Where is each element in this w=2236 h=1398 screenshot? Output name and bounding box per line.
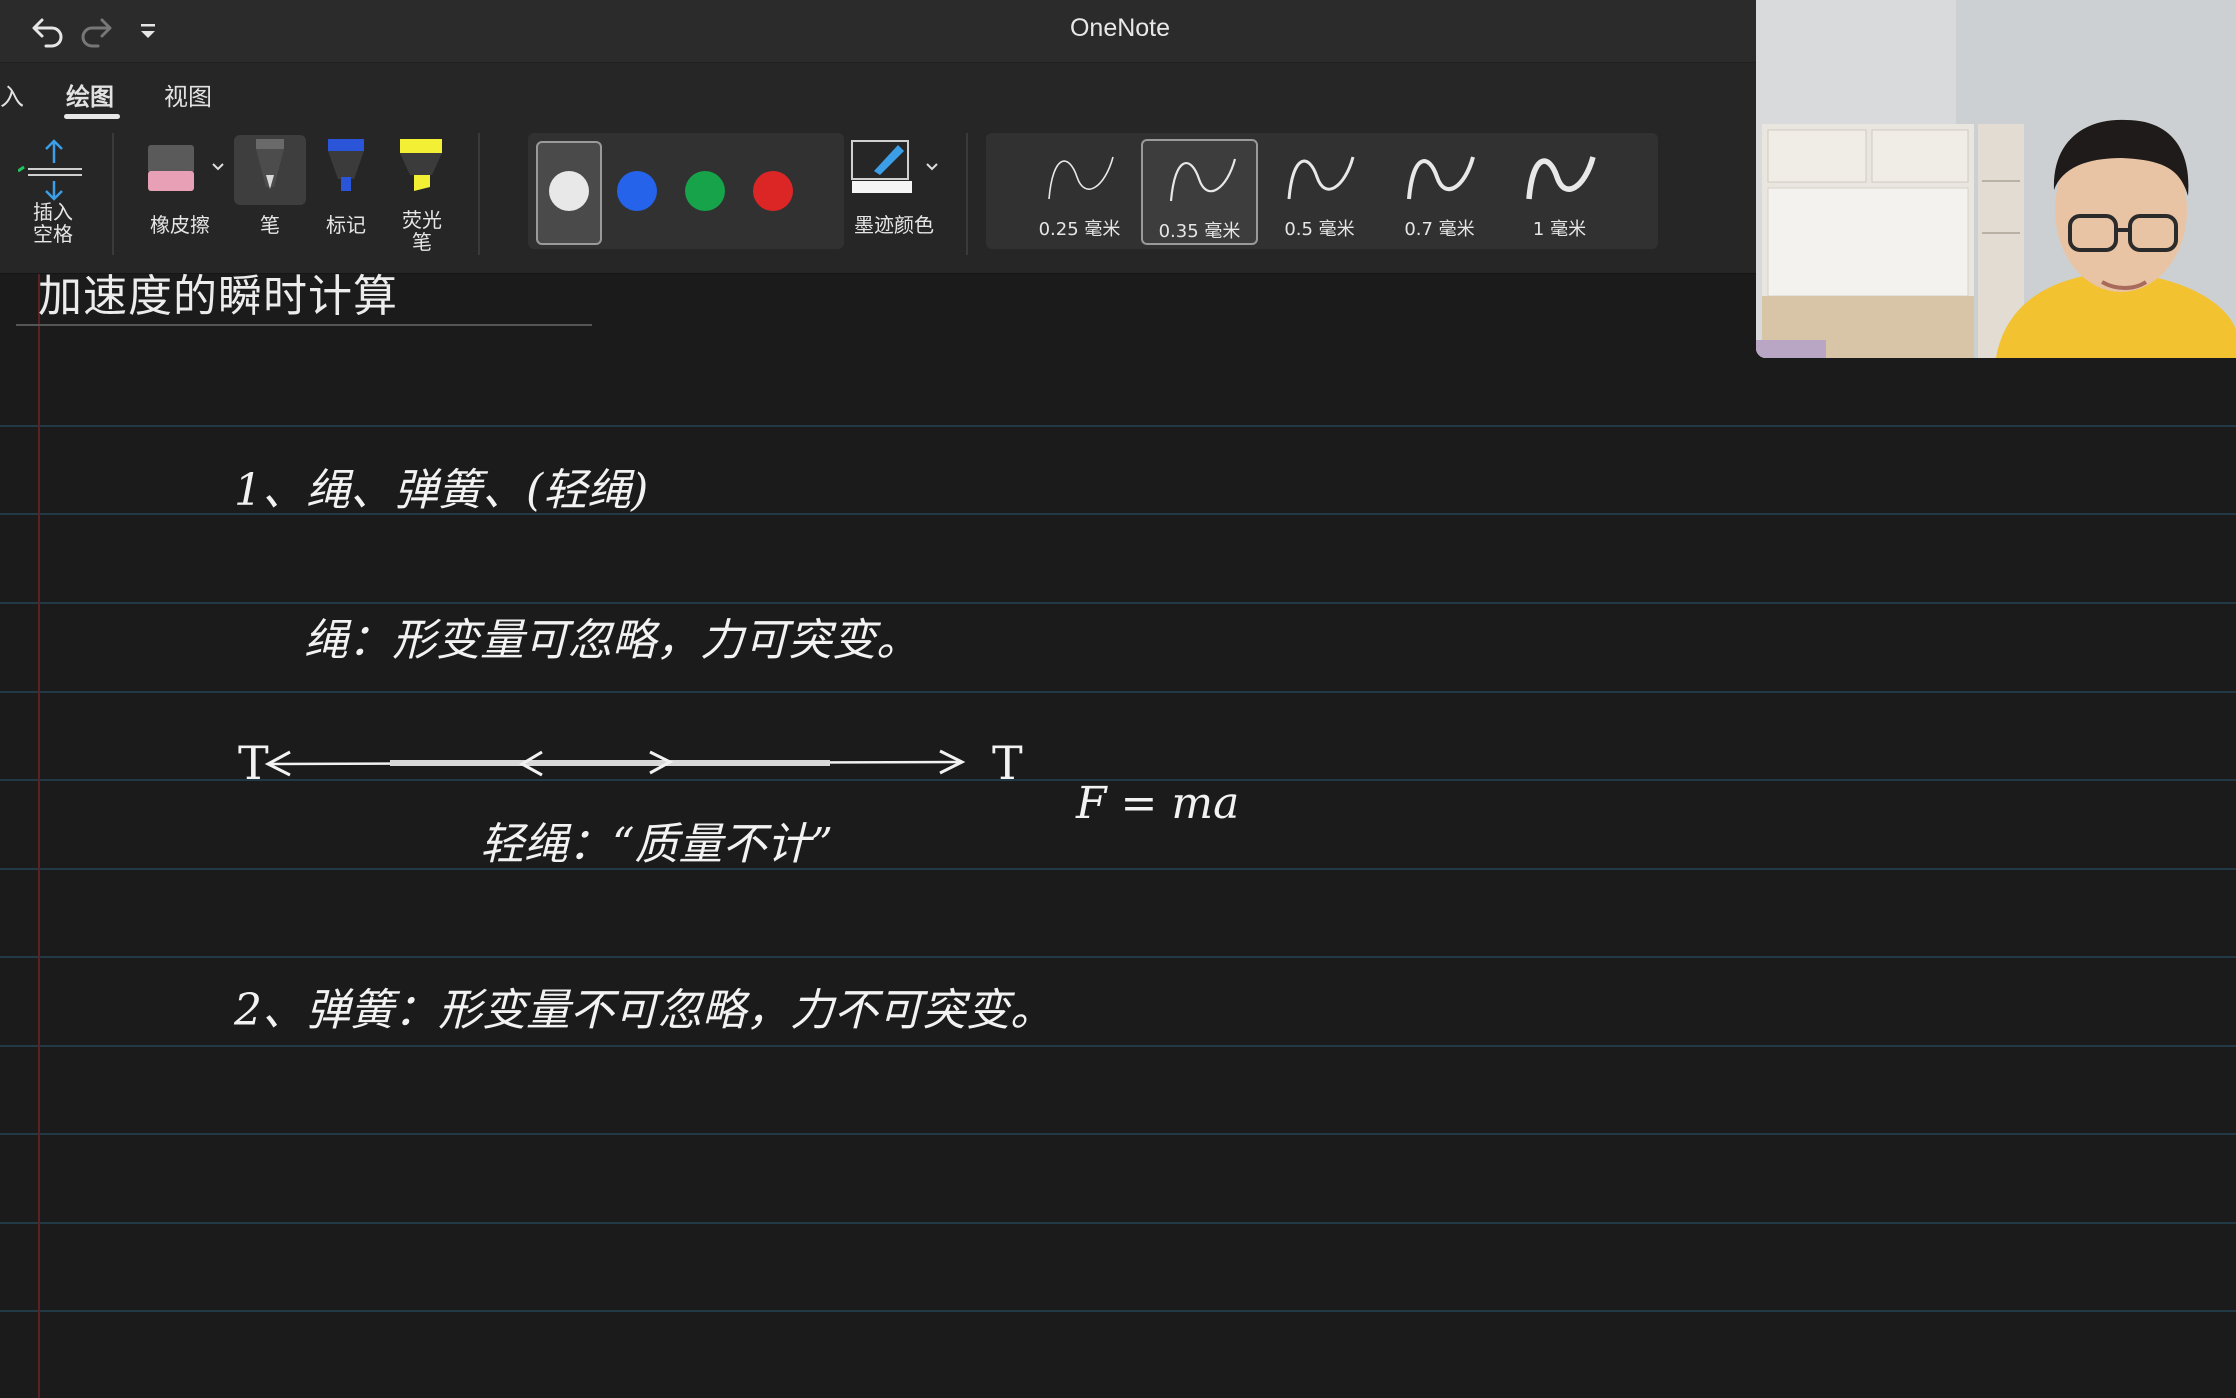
customize-toolbar-icon[interactable] (132, 10, 172, 50)
ribbon: 入 绘图 视图 插入 空格 橡皮擦 笔 标记 荧光 笔 墨迹颜色 0.25 毫米… (0, 63, 1756, 274)
stroke-width-05[interactable]: 0.5 毫米 (1261, 139, 1378, 245)
separator (112, 133, 114, 255)
undo-icon[interactable] (28, 10, 68, 50)
note-line-3[interactable]: 轻绳：“质量不计” (480, 808, 833, 872)
pen-icon (256, 139, 284, 189)
separator (478, 133, 480, 255)
ink-color-icon (851, 140, 912, 193)
stroke-width-label: 1 毫米 (1532, 219, 1587, 240)
stroke-width-label: 0.7 毫米 (1404, 219, 1475, 240)
separator (966, 133, 968, 255)
marker-button[interactable] (310, 135, 382, 205)
insert-space-label: 插入 空格 (33, 200, 73, 246)
highlighter-icon (400, 139, 442, 191)
tension-label-right[interactable]: T (992, 736, 1023, 790)
stroke-width-035[interactable]: 0.35 毫米 (1141, 139, 1258, 245)
note-line-1[interactable]: 1、绳、弹簧、(轻绳) (234, 454, 648, 518)
margin-line (38, 274, 40, 1398)
formula[interactable]: F = ma (1076, 778, 1239, 829)
page-title[interactable]: 加速度的瞬时计算 (38, 260, 398, 324)
ink-color-chevron-icon[interactable] (924, 159, 940, 175)
highlighter-button[interactable] (386, 135, 458, 205)
ink-color-label: 墨迹颜色 (854, 213, 934, 237)
rule-line (0, 1133, 2236, 1135)
color-swatch-green[interactable] (685, 171, 725, 211)
ink-color-button[interactable] (848, 135, 928, 205)
rule-line (0, 691, 2236, 693)
color-swatch-red[interactable] (753, 171, 793, 211)
pen-label: 笔 (260, 213, 280, 237)
active-tab-indicator (64, 114, 120, 119)
rope-tension-diagram[interactable] (260, 742, 972, 786)
eraser-text: 橡皮擦 (150, 213, 210, 237)
note-line-2[interactable]: 绳：形变量可忽略，力可突变。 (304, 604, 920, 668)
stroke-width-label: 0.35 毫米 (1158, 221, 1241, 242)
stroke-width-07[interactable]: 0.7 毫米 (1381, 139, 1498, 245)
stroke-curve-icon (1048, 156, 1114, 200)
stroke-width-025[interactable]: 0.25 毫米 (1021, 139, 1138, 245)
pen-color-group (528, 133, 844, 249)
stroke-width-label: 0.5 毫米 (1284, 219, 1355, 240)
insert-space-button[interactable]: 插入 空格 (17, 137, 88, 257)
eraser-icon (148, 145, 194, 191)
rule-line (0, 1310, 2236, 1312)
title-bar: OneNote (0, 0, 1756, 63)
rule-line (0, 868, 2236, 870)
stroke-width-1[interactable]: 1 毫米 (1501, 139, 1618, 245)
stroke-curve-icon (1287, 156, 1355, 200)
marker-icon (328, 139, 364, 191)
tab-insert[interactable]: 入 (0, 77, 24, 112)
rule-line (0, 1045, 2236, 1047)
stroke-curve-icon (1169, 158, 1237, 202)
redo-icon[interactable] (76, 10, 116, 50)
presenter-video-image (1756, 0, 2236, 358)
color-swatch-white[interactable] (549, 171, 589, 211)
rule-line (0, 956, 2236, 958)
webcam-overlay (1756, 0, 2236, 358)
app-title: OneNote (1069, 14, 1171, 42)
stroke-curve-icon (1526, 156, 1596, 200)
tab-view[interactable]: 视图 (164, 77, 212, 112)
note-page[interactable]: 加速度的瞬时计算 1、绳、弹簧、(轻绳) 绳：形变量可忽略，力可突变。 T T … (0, 271, 2236, 1398)
insert-space-icon (17, 139, 82, 201)
marker-label: 标记 (326, 213, 366, 237)
stroke-width-label: 0.25 毫米 (1038, 219, 1121, 240)
tab-draw[interactable]: 绘图 (66, 77, 114, 112)
highlighter-label: 荧光 笔 (402, 208, 442, 254)
rule-line (0, 1222, 2236, 1224)
title-underline (16, 324, 592, 326)
color-swatch-blue[interactable] (617, 171, 657, 211)
eraser-options-chevron-icon[interactable] (210, 159, 226, 175)
pen-button[interactable] (234, 135, 306, 205)
stroke-curve-icon (1407, 156, 1475, 200)
note-line-4[interactable]: 2、弹簧：形变量不可忽略，力不可突变。 (234, 974, 1054, 1038)
rule-line (0, 425, 2236, 427)
